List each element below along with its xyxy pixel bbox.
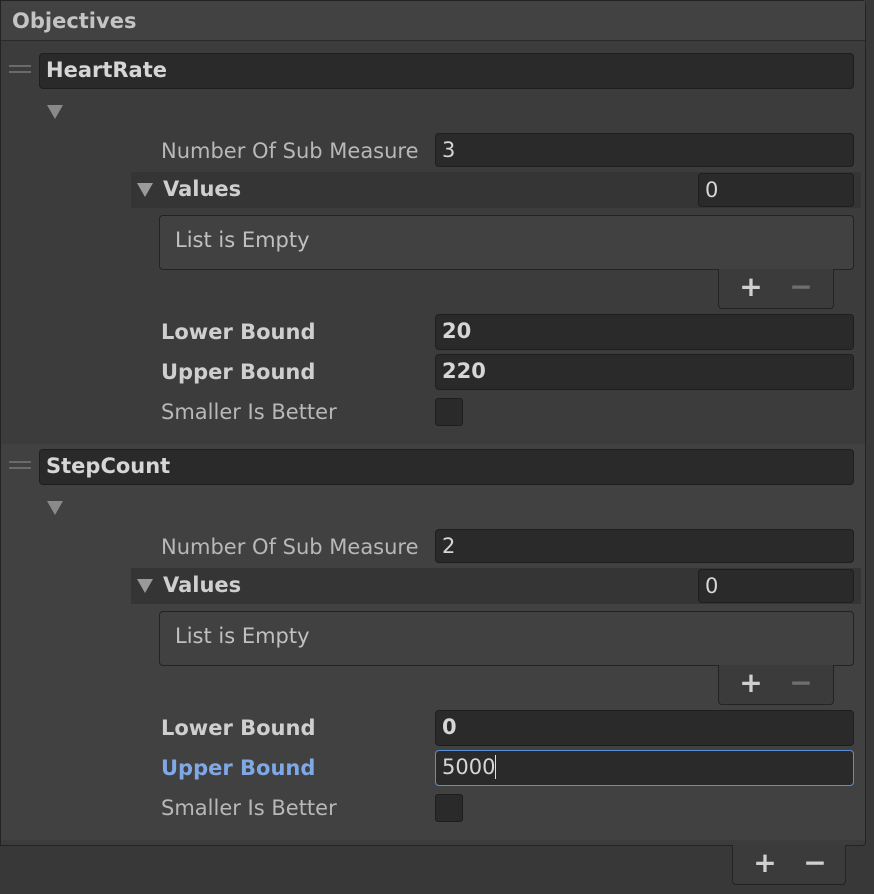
list-element-stepcount: StepCount Number Of Sub Measure 2 Values… bbox=[1, 444, 865, 840]
drag-handle-icon[interactable] bbox=[9, 461, 31, 469]
add-element-button[interactable]: + bbox=[737, 669, 765, 697]
list-empty-label: List is Empty bbox=[175, 228, 310, 252]
upper-bound-field[interactable]: 5000 bbox=[435, 750, 854, 786]
element-name-field[interactable]: StepCount bbox=[39, 449, 854, 485]
foldout-arrow-icon[interactable] bbox=[137, 183, 153, 197]
list-footer: + − bbox=[718, 269, 834, 309]
smaller-is-better-label: Smaller Is Better bbox=[161, 400, 337, 424]
element-name-field[interactable]: HeartRate bbox=[39, 53, 854, 89]
values-list-box: List is Empty bbox=[159, 611, 854, 666]
sub-measure-field[interactable]: 3 bbox=[435, 133, 854, 167]
sub-measure-label: Number Of Sub Measure bbox=[161, 535, 419, 559]
upper-bound-label: Upper Bound bbox=[161, 360, 316, 384]
list-element-heartrate: HeartRate Number Of Sub Measure 3 Values… bbox=[1, 40, 865, 444]
lower-bound-label: Lower Bound bbox=[161, 320, 316, 344]
smaller-is-better-checkbox[interactable] bbox=[435, 398, 463, 426]
sub-measure-label: Number Of Sub Measure bbox=[161, 139, 419, 163]
text-cursor bbox=[495, 755, 497, 779]
values-count-field[interactable]: 0 bbox=[698, 569, 854, 603]
foldout-arrow-icon[interactable] bbox=[137, 579, 153, 593]
smaller-is-better-checkbox[interactable] bbox=[435, 794, 463, 822]
lower-bound-field[interactable]: 20 bbox=[435, 314, 854, 350]
add-objective-button[interactable]: + bbox=[751, 849, 779, 877]
values-label: Values bbox=[163, 573, 242, 597]
sub-measure-field[interactable]: 2 bbox=[435, 529, 854, 563]
foldout-arrow-icon[interactable] bbox=[47, 501, 63, 515]
foldout-arrow-icon[interactable] bbox=[47, 105, 63, 119]
list-empty-label: List is Empty bbox=[175, 624, 310, 648]
add-element-button[interactable]: + bbox=[737, 273, 765, 301]
list-footer: + − bbox=[718, 665, 834, 705]
remove-objective-button[interactable]: − bbox=[801, 849, 829, 877]
values-label: Values bbox=[163, 177, 242, 201]
upper-bound-value: 5000 bbox=[442, 755, 496, 779]
panel-title: Objectives bbox=[12, 9, 137, 33]
upper-bound-label: Upper Bound bbox=[161, 756, 316, 780]
remove-element-button[interactable]: − bbox=[787, 669, 815, 697]
values-count-field[interactable]: 0 bbox=[698, 173, 854, 207]
lower-bound-label: Lower Bound bbox=[161, 716, 316, 740]
upper-bound-field[interactable]: 220 bbox=[435, 354, 854, 390]
remove-element-button[interactable]: − bbox=[787, 273, 815, 301]
drag-handle-icon[interactable] bbox=[9, 65, 31, 73]
objectives-list-footer: + − bbox=[732, 845, 846, 885]
panel-header[interactable]: Objectives bbox=[1, 1, 865, 41]
values-list-box: List is Empty bbox=[159, 215, 854, 270]
smaller-is-better-label: Smaller Is Better bbox=[161, 796, 337, 820]
lower-bound-field[interactable]: 0 bbox=[435, 710, 854, 746]
